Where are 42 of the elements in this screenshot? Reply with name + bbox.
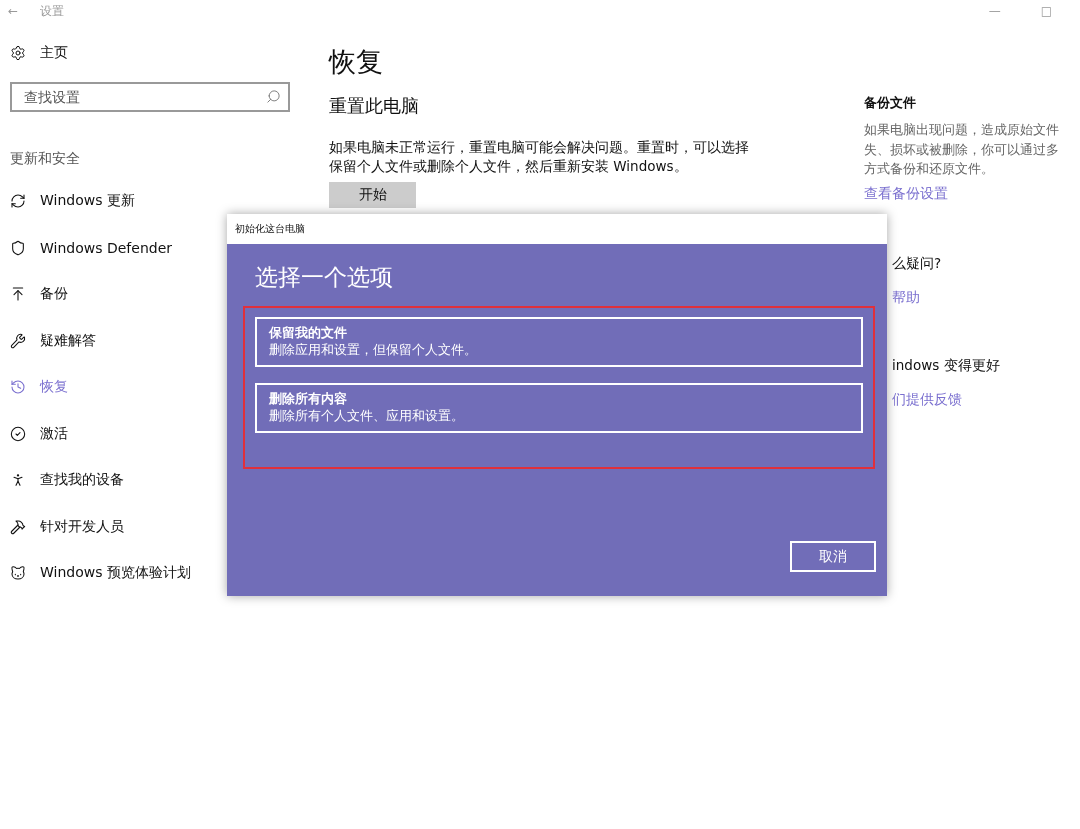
wrench-icon (10, 332, 26, 349)
search-field[interactable]: 查找设置 (10, 82, 290, 112)
section-heading: 更新和安全 (10, 150, 81, 168)
upload-icon (10, 286, 26, 303)
dialog-heading: 选择一个选项 (255, 263, 394, 292)
sidebar-item[interactable]: 针对开发人员 (40, 517, 124, 536)
sidebar-item[interactable]: 恢复 (40, 378, 68, 397)
aside-text: 方式备份和还原文件。 (864, 160, 995, 178)
person-icon (10, 472, 26, 489)
window-title: 设置 (40, 2, 65, 20)
search-icon (266, 89, 281, 104)
settings-icon (10, 45, 26, 61)
sidebar-item[interactable]: Windows 预览体验计划 (40, 564, 191, 583)
description: 如果电脑未正常运行，重置电脑可能会解决问题。重置时，可以选择保留个人文件或删除个人文件，然后重新安装 Windows。 (329, 138, 750, 176)
hammer-icon (10, 518, 26, 535)
aside-link[interactable]: 们提供反馈 (892, 390, 1080, 409)
aside-heading: 么疑问? (892, 254, 943, 273)
section-title: 重置此电脑 (329, 94, 420, 118)
sidebar-item[interactable]: 激活 (40, 424, 68, 443)
aside-link[interactable]: 帮助 (892, 288, 1080, 307)
dialog-title: 初始化这台电脑 (235, 222, 305, 236)
cancel-button[interactable]: 取消 (790, 541, 876, 572)
home-link[interactable]: 主页 (40, 44, 68, 62)
option-button[interactable]: 删除所有内容 删除所有个人文件、应用和设置。 (255, 383, 863, 433)
sidebar-item[interactable]: Windows Defender (40, 239, 172, 256)
aside-text: 失、损坏或被删除，你可以通过多 (864, 140, 1060, 159)
sidebar-item[interactable]: 疑难解答 (40, 331, 96, 350)
option-button[interactable]: 保留我的文件 删除应用和设置，但保留个人文件。 (255, 317, 863, 367)
sidebar-item[interactable]: 备份 (40, 285, 68, 304)
cat-icon (10, 565, 26, 582)
aside-heading: 备份文件 (864, 94, 917, 112)
aside-text: 如果电脑出现问题，造成原始文件 (864, 121, 1060, 139)
sidebar-item[interactable]: Windows 更新 (40, 192, 135, 211)
aside-heading: indows 变得更好 (892, 356, 1001, 375)
sidebar-item[interactable]: 查找我的设备 (40, 471, 124, 490)
start-button[interactable]: 开始 (329, 182, 416, 208)
page-title: 恢复 (329, 45, 384, 79)
history-icon (10, 379, 26, 396)
sync-icon (10, 193, 26, 210)
shield-icon (10, 239, 26, 256)
aside-link[interactable]: 查看备份设置 (864, 184, 1080, 203)
check-circle-icon (10, 425, 26, 442)
